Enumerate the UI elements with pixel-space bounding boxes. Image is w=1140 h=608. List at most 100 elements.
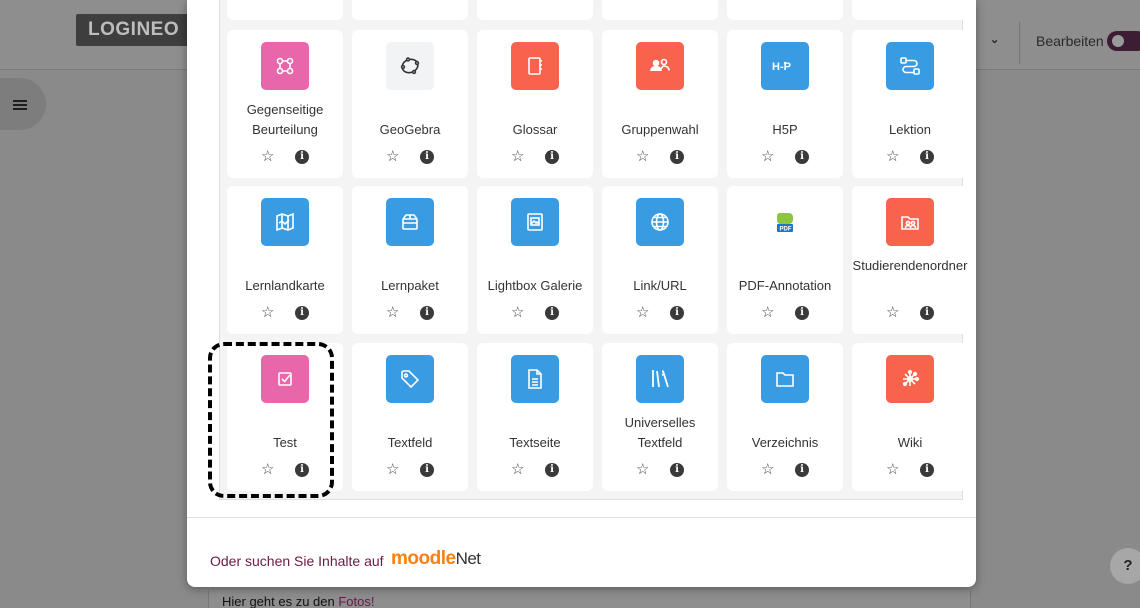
star-icon[interactable]: ☆ <box>886 461 899 479</box>
star-icon[interactable]: ☆ <box>886 304 899 322</box>
activity-card-textseite[interactable]: Textseite ☆ i <box>477 343 593 491</box>
chevron-down-icon: ⌄ <box>990 34 1000 46</box>
info-icon[interactable]: i <box>920 150 934 164</box>
edit-mode-toggle[interactable] <box>1107 31 1140 51</box>
group-choice-icon <box>636 42 684 90</box>
info-icon[interactable]: i <box>670 150 684 164</box>
activity-label: Lernlandkarte <box>245 278 325 293</box>
info-icon[interactable]: i <box>295 306 309 320</box>
navbar-divider <box>1019 22 1020 64</box>
glossary-book-icon <box>511 42 559 90</box>
star-icon[interactable]: ☆ <box>386 304 399 322</box>
activity-card-geogebra[interactable]: GeoGebra ☆ i <box>352 30 468 178</box>
star-icon[interactable]: ☆ <box>761 461 774 479</box>
star-icon[interactable]: ☆ <box>636 148 649 166</box>
activity-card-partial[interactable] <box>727 0 843 20</box>
info-icon[interactable]: i <box>545 150 559 164</box>
info-icon[interactable]: i <box>420 463 434 477</box>
activity-card-universelles-textfeld[interactable]: Universelles Textfeld ☆ i <box>602 343 718 491</box>
gallery-image-icon <box>511 198 559 246</box>
info-icon[interactable]: i <box>295 150 309 164</box>
peer-review-icon <box>261 42 309 90</box>
student-folder-icon <box>886 198 934 246</box>
info-icon[interactable]: i <box>545 463 559 477</box>
activity-card-studierendenordner[interactable]: Studierendenordner ☆ i <box>852 186 968 334</box>
folder-icon <box>761 355 809 403</box>
moodlenet-logo-net: Net <box>455 549 481 568</box>
geogebra-icon <box>386 42 434 90</box>
pdf-annotation-icon: PDF <box>761 198 809 246</box>
svg-text:PDF: PDF <box>780 227 792 233</box>
activity-card-partial[interactable] <box>602 0 718 20</box>
activity-label: Gruppenwahl <box>621 122 699 137</box>
info-icon[interactable]: i <box>420 306 434 320</box>
activity-card-gegenseitige-beurteilung[interactable]: Gegenseitige Beurteilung ☆ i <box>227 30 343 178</box>
activity-card-verzeichnis[interactable]: Verzeichnis ☆ i <box>727 343 843 491</box>
activity-label: Lightbox Galerie <box>487 278 583 293</box>
tools-icon <box>636 355 684 403</box>
activity-card-lernlandkarte[interactable]: Lernlandkarte ☆ i <box>227 186 343 334</box>
info-icon[interactable]: i <box>920 306 934 320</box>
activity-card-link-url[interactable]: Link/URL ☆ i <box>602 186 718 334</box>
info-icon[interactable]: i <box>670 306 684 320</box>
activity-label: Lektion <box>889 122 931 137</box>
activity-card-pdf-annotation[interactable]: PDF PDF-Annotation ☆ i <box>727 186 843 334</box>
info-icon[interactable]: i <box>670 463 684 477</box>
activity-chooser-modal: Gegenseitige Beurteilung ☆ i GeoGebra ☆ i … <box>187 0 976 587</box>
activity-label: H5P <box>772 122 798 137</box>
info-icon[interactable]: i <box>420 150 434 164</box>
course-index-drawer-button[interactable] <box>0 78 46 130</box>
star-icon[interactable]: ☆ <box>761 148 774 166</box>
tag-icon <box>386 355 434 403</box>
moodlenet-search-text: Oder suchen Sie Inhalte auf <box>210 553 384 569</box>
info-icon[interactable]: i <box>795 150 809 164</box>
moodlenet-link[interactable]: moodleNet <box>391 548 481 570</box>
background-content-text: Hier geht es zu den Fotos! <box>222 594 375 608</box>
activity-label: Lernpaket <box>381 278 439 293</box>
activity-label: Studierendenordner <box>852 258 968 273</box>
star-icon[interactable]: ☆ <box>511 148 524 166</box>
star-icon[interactable]: ☆ <box>511 461 524 479</box>
help-button[interactable]: ? <box>1110 548 1140 584</box>
package-icon <box>386 198 434 246</box>
star-icon[interactable]: ☆ <box>886 148 899 166</box>
star-icon[interactable]: ☆ <box>386 148 399 166</box>
info-icon[interactable]: i <box>920 463 934 477</box>
highlight-annotation <box>208 342 334 498</box>
activity-card-partial[interactable] <box>227 0 343 20</box>
modal-footer: Oder suchen Sie Inhalte auf moodleNet <box>187 517 976 587</box>
lesson-path-icon <box>886 42 934 90</box>
user-menu-toggle[interactable]: ⌄ <box>976 28 1014 58</box>
activity-label: Textseite <box>509 435 561 450</box>
activity-card-h5p[interactable]: H-P H5P ☆ i <box>727 30 843 178</box>
star-icon[interactable]: ☆ <box>386 461 399 479</box>
activity-label: Gegenseitige Beurteilung <box>246 102 324 137</box>
globe-icon <box>636 198 684 246</box>
activity-card-partial[interactable] <box>852 0 968 20</box>
info-icon[interactable]: i <box>795 463 809 477</box>
activity-label: Glossar <box>512 122 558 137</box>
info-icon[interactable]: i <box>545 306 559 320</box>
star-icon[interactable]: ☆ <box>761 304 774 322</box>
activity-card-gruppenwahl[interactable]: Gruppenwahl ☆ i <box>602 30 718 178</box>
photos-link[interactable]: Fotos! <box>338 594 374 608</box>
activity-card-textfeld[interactable]: Textfeld ☆ i <box>352 343 468 491</box>
info-icon[interactable]: i <box>795 306 809 320</box>
activity-label: Textfeld <box>387 435 433 450</box>
h5p-icon: H-P <box>761 42 809 90</box>
star-icon[interactable]: ☆ <box>261 148 274 166</box>
star-icon[interactable]: ☆ <box>636 461 649 479</box>
activity-card-glossar[interactable]: Glossar ☆ i <box>477 30 593 178</box>
activity-card-lightbox-galerie[interactable]: Lightbox Galerie ☆ i <box>477 186 593 334</box>
activity-card-wiki[interactable]: Wiki ☆ i <box>852 343 968 491</box>
list-icon <box>13 100 27 110</box>
activity-card-lernpaket[interactable]: Lernpaket ☆ i <box>352 186 468 334</box>
star-icon[interactable]: ☆ <box>511 304 524 322</box>
activity-card-lektion[interactable]: Lektion ☆ i <box>852 30 968 178</box>
activity-label: Universelles Textfeld <box>624 415 696 450</box>
star-icon[interactable]: ☆ <box>261 304 274 322</box>
activity-card-partial[interactable] <box>352 0 468 20</box>
svg-text:H-P: H-P <box>772 61 791 73</box>
star-icon[interactable]: ☆ <box>636 304 649 322</box>
activity-card-partial[interactable] <box>477 0 593 20</box>
